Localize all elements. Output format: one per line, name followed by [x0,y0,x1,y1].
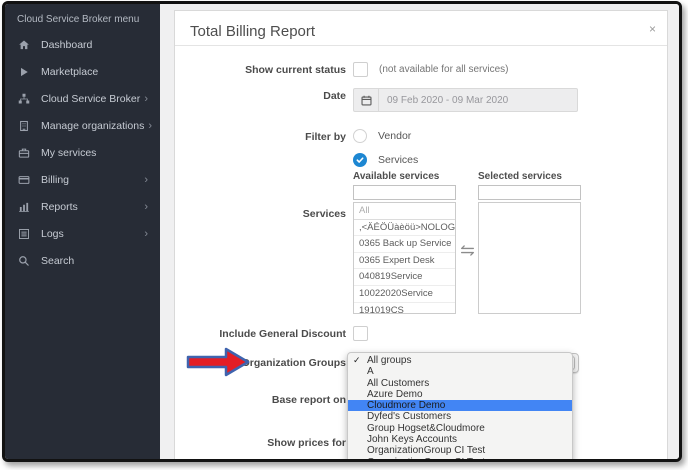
dropdown-option[interactable]: A [348,366,572,377]
list-item[interactable]: 0365 Back up Service [354,236,455,253]
selected-services-list[interactable] [478,202,581,314]
available-services-search-input[interactable] [353,185,456,200]
available-services-column: Available services All,<ÄÉÖÜàèöü>NOLOGO0… [353,171,456,330]
show-prices-for-label: Show prices for [175,435,346,449]
sidebar-item-label: Search [41,255,148,267]
date-label: Date [175,88,346,102]
sidebar-item-marketplace[interactable]: Marketplace [5,58,160,85]
credit-card-icon [17,173,30,186]
organization-groups-dropdown-menu[interactable]: ✓All groupsAAll CustomersAzure DemoCloud… [347,352,573,459]
sidebar-item-label: Billing [41,174,140,186]
chevron-right-icon: › [144,175,148,185]
dropdown-option[interactable]: Dyfed's Customers [348,411,572,422]
sidebar-item-search[interactable]: Search [5,247,160,274]
sidebar-item-my-services[interactable]: My services [5,139,160,166]
bar-chart-icon [17,200,30,213]
sidebar-item-label: Logs [41,228,140,240]
sidebar-item-billing[interactable]: Billing › [5,166,160,193]
chevron-right-icon: › [144,229,148,239]
available-services-header: Available services [353,171,456,185]
chevron-right-icon: › [144,94,148,104]
sidebar-item-reports[interactable]: Reports › [5,193,160,220]
total-billing-report-modal: Total Billing Report × Show current stat… [174,10,668,459]
sidebar-item-manage-organizations[interactable]: Manage organizations › [5,112,160,139]
dropdown-option[interactable]: OrganizationGroup CI Test [348,445,572,456]
sidebar-item-label: Dashboard [41,39,148,51]
services-label: Services [175,171,346,220]
list-item[interactable]: ,<ÄÉÖÜàèöü>NOLOGO [354,220,455,237]
show-current-status-label: Show current status [175,62,346,76]
chevron-right-icon: › [148,121,152,131]
sidebar-item-dashboard[interactable]: Dashboard [5,31,160,58]
date-row: Date 09 Feb 2020 - 09 Mar 2020 [175,88,667,114]
list-icon [17,227,30,240]
show-current-status-checkbox[interactable] [353,62,368,77]
modal-header: Total Billing Report × [175,11,667,46]
show-current-status-row: Show current status (not available for a… [175,62,667,78]
selected-services-search-input[interactable] [478,185,581,200]
home-icon [17,38,30,51]
available-services-list[interactable]: All,<ÄÉÖÜàèöü>NOLOGO0365 Back up Service… [353,202,456,314]
base-report-on-label: Base report on [175,392,346,406]
sitemap-icon [17,92,30,105]
sidebar-item-label: Manage organizations [41,120,144,132]
briefcase-icon [17,146,30,159]
selected-services-column: Selected services [478,171,581,330]
radio-checked-icon[interactable] [353,153,367,167]
list-item[interactable]: 191019CS [354,303,455,314]
sidebar-nav: Dashboard Marketplace Cloud Service Broker… [5,31,160,274]
selected-services-header: Selected services [478,171,581,185]
dropdown-option[interactable]: OrganizationGroup CI Test [348,457,572,459]
sidebar-item-label: Cloud Service Broker [41,93,140,105]
filter-by-row: Filter by Vendor Services [175,129,667,171]
page-title: Total Billing Report [190,23,652,40]
sidebar-item-cloud-service-broker[interactable]: Cloud Service Broker › [5,85,160,112]
dropdown-option[interactable]: Cloudmore Demo [348,400,572,411]
checkmark-icon: ✓ [353,355,361,366]
include-general-discount-checkbox[interactable] [353,326,368,341]
list-item[interactable]: All [354,203,455,220]
sidebar-item-label: My services [41,147,148,159]
sidebar-item-label: Marketplace [41,66,148,78]
filter-by-radio-group: Vendor Services [353,129,418,167]
filter-by-option-services[interactable]: Services [353,153,418,167]
list-item[interactable]: 10022020Service [354,286,455,303]
services-radio-label: Services [378,154,418,166]
sidebar-item-label: Reports [41,201,140,213]
screenshot-frame: Cloud Service Broker menu Dashboard Marke… [2,1,682,462]
transfer-gap [456,171,478,330]
close-icon[interactable]: × [649,23,656,35]
vendor-radio-label: Vendor [378,130,411,142]
filter-by-label: Filter by [175,129,346,143]
dropdown-option[interactable]: Azure Demo [348,389,572,400]
list-item[interactable]: 0365 Expert Desk [354,253,455,270]
building-icon [17,119,30,132]
transfer-arrows-icon[interactable] [460,243,475,261]
list-item[interactable]: 040819Service [354,269,455,286]
chevron-right-icon: › [144,202,148,212]
main-area: Total Billing Report × Show current stat… [160,4,679,459]
include-general-discount-label: Include General Discount [175,326,346,340]
dropdown-option[interactable]: ✓All groups [348,355,572,366]
sidebar: Cloud Service Broker menu Dashboard Marke… [5,4,160,459]
red-arrow-annotation-icon [185,345,251,384]
services-transfer-widget: Available services All,<ÄÉÖÜàèöü>NOLOGO0… [353,171,581,330]
date-range-value: 09 Feb 2020 - 09 Mar 2020 [379,95,508,106]
filter-by-option-vendor[interactable]: Vendor [353,129,418,143]
services-row: Services Available services All,<ÄÉÖÜàèö… [175,171,667,317]
date-range-field[interactable]: 09 Feb 2020 - 09 Mar 2020 [353,88,578,112]
calendar-icon [354,89,379,111]
show-current-status-note: (not available for all services) [379,62,509,75]
search-icon [17,254,30,267]
sidebar-header: Cloud Service Broker menu [5,4,160,31]
play-icon [17,65,30,78]
dropdown-option[interactable]: Group Hogset&Cloudmore [348,423,572,434]
radio-unchecked-icon[interactable] [353,129,367,143]
dropdown-option[interactable]: All Customers [348,378,572,389]
sidebar-item-logs[interactable]: Logs › [5,220,160,247]
dropdown-option[interactable]: John Keys Accounts [348,434,572,445]
